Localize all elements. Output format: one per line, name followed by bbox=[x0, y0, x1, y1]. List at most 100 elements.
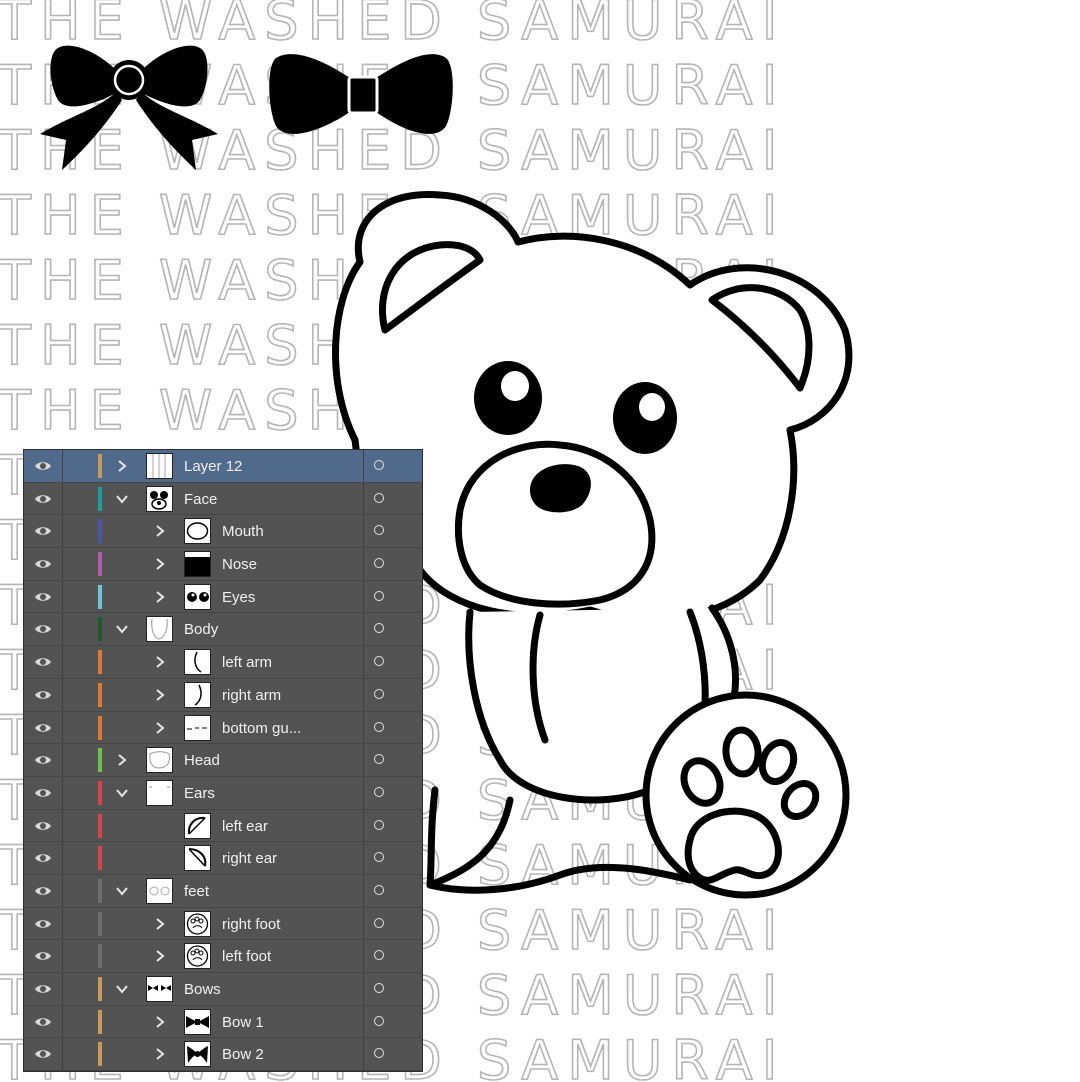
layer-name[interactable]: left ear bbox=[222, 818, 268, 835]
layer-name[interactable]: right arm bbox=[222, 687, 281, 704]
visibility-eye-icon[interactable] bbox=[34, 688, 52, 702]
layer-row[interactable]: feet bbox=[24, 874, 422, 908]
chevron-right-icon[interactable] bbox=[116, 459, 128, 473]
chevron-right-icon[interactable] bbox=[154, 1015, 166, 1029]
layer-row[interactable]: left ear bbox=[24, 809, 422, 843]
target-circle-icon[interactable] bbox=[374, 590, 384, 601]
layer-name[interactable]: Nose bbox=[222, 556, 257, 573]
layer-name[interactable]: Bows bbox=[184, 981, 221, 998]
layer-name[interactable]: Mouth bbox=[222, 523, 264, 540]
visibility-eye-icon[interactable] bbox=[34, 884, 52, 898]
visibility-eye-icon[interactable] bbox=[34, 1047, 52, 1061]
visibility-eye-icon[interactable] bbox=[34, 1015, 52, 1029]
chevron-right-icon[interactable] bbox=[154, 1047, 166, 1061]
layer-row[interactable]: Bow 2 bbox=[24, 1038, 422, 1071]
layer-row[interactable]: right arm bbox=[24, 678, 422, 712]
layer-row[interactable]: Body bbox=[24, 613, 422, 647]
layer-name[interactable]: right ear bbox=[222, 850, 277, 867]
target-circle-icon[interactable] bbox=[374, 525, 384, 536]
visibility-eye-icon[interactable] bbox=[34, 851, 52, 865]
target-circle-icon[interactable] bbox=[374, 623, 384, 634]
layer-name[interactable]: right foot bbox=[222, 916, 280, 933]
chevron-down-icon[interactable] bbox=[116, 786, 128, 800]
column-divider bbox=[363, 1038, 364, 1071]
visibility-eye-icon[interactable] bbox=[34, 492, 52, 506]
layer-row[interactable]: left foot bbox=[24, 940, 422, 973]
chevron-down-icon[interactable] bbox=[116, 884, 128, 898]
layer-row[interactable]: Face bbox=[24, 482, 422, 516]
visibility-eye-icon[interactable] bbox=[34, 459, 52, 473]
visibility-eye-icon[interactable] bbox=[34, 982, 52, 996]
layer-row[interactable]: Eyes bbox=[24, 580, 422, 614]
target-circle-icon[interactable] bbox=[374, 754, 384, 765]
target-circle-icon[interactable] bbox=[374, 786, 384, 797]
layer-name[interactable]: Body bbox=[184, 621, 218, 638]
layer-row[interactable]: Nose bbox=[24, 548, 422, 581]
layer-name[interactable]: Bow 1 bbox=[222, 1014, 264, 1031]
visibility-eye-icon[interactable] bbox=[34, 819, 52, 833]
layer-row[interactable]: right foot bbox=[24, 907, 422, 941]
target-circle-icon[interactable] bbox=[374, 983, 384, 993]
chevron-down-icon[interactable] bbox=[116, 492, 128, 506]
layer-name[interactable]: Eyes bbox=[222, 589, 255, 606]
layer-row[interactable]: Head bbox=[24, 744, 422, 777]
layer-row[interactable]: Bow 1 bbox=[24, 1005, 422, 1039]
layer-name[interactable]: left foot bbox=[222, 948, 271, 965]
chevron-right-icon[interactable] bbox=[154, 590, 166, 604]
layer-name[interactable]: Layer 12 bbox=[184, 458, 242, 475]
target-circle-icon[interactable] bbox=[374, 819, 384, 830]
layer-color-swatch bbox=[98, 552, 102, 577]
visibility-eye-icon[interactable] bbox=[34, 949, 52, 963]
layer-row[interactable]: Bows bbox=[24, 973, 422, 1006]
target-circle-icon[interactable] bbox=[374, 688, 384, 699]
layer-name[interactable]: feet bbox=[184, 883, 209, 900]
target-circle-icon[interactable] bbox=[374, 492, 384, 503]
chevron-right-icon[interactable] bbox=[154, 688, 166, 702]
target-circle-icon[interactable] bbox=[374, 852, 384, 863]
layers-panel[interactable]: Layer 12 Face Mouth Nose Eyes Body left arm rig… bbox=[23, 449, 423, 1072]
visibility-eye-icon[interactable] bbox=[34, 655, 52, 669]
target-circle-icon[interactable] bbox=[374, 1015, 384, 1026]
layer-row[interactable]: bottom gu... bbox=[24, 711, 422, 745]
layer-row[interactable]: left arm bbox=[24, 646, 422, 679]
target-circle-icon[interactable] bbox=[374, 558, 384, 569]
target-circle-icon[interactable] bbox=[374, 1048, 384, 1059]
layer-name[interactable]: Head bbox=[184, 752, 220, 769]
visibility-eye-icon[interactable] bbox=[34, 721, 52, 735]
layer-name[interactable]: Face bbox=[184, 491, 217, 508]
layer-thumbnail bbox=[184, 1008, 211, 1035]
chevron-right-icon[interactable] bbox=[154, 949, 166, 963]
chevron-right-icon[interactable] bbox=[154, 655, 166, 669]
chevron-right-icon[interactable] bbox=[154, 917, 166, 931]
target-circle-icon[interactable] bbox=[374, 656, 384, 667]
chevron-down-icon[interactable] bbox=[116, 622, 128, 636]
visibility-eye-icon[interactable] bbox=[34, 622, 52, 636]
visibility-eye-icon[interactable] bbox=[34, 590, 52, 604]
layer-row[interactable]: right ear bbox=[24, 842, 422, 875]
layer-thumbnail bbox=[184, 551, 211, 578]
layer-name[interactable]: Ears bbox=[184, 785, 215, 802]
visibility-eye-icon[interactable] bbox=[34, 917, 52, 931]
layer-row[interactable]: Layer 12 bbox=[24, 450, 422, 483]
column-divider bbox=[363, 744, 364, 776]
chevron-right-icon[interactable] bbox=[116, 753, 128, 767]
target-circle-icon[interactable] bbox=[374, 721, 384, 732]
chevron-right-icon[interactable] bbox=[154, 721, 166, 735]
target-circle-icon[interactable] bbox=[374, 884, 384, 895]
column-divider bbox=[363, 809, 364, 842]
layer-row[interactable]: Ears bbox=[24, 776, 422, 810]
chevron-down-icon[interactable] bbox=[116, 982, 128, 996]
layer-name[interactable]: left arm bbox=[222, 654, 272, 671]
layer-name[interactable]: Bow 2 bbox=[222, 1046, 264, 1063]
target-circle-icon[interactable] bbox=[374, 950, 384, 961]
visibility-eye-icon[interactable] bbox=[34, 753, 52, 767]
visibility-eye-icon[interactable] bbox=[34, 786, 52, 800]
chevron-right-icon[interactable] bbox=[154, 524, 166, 538]
visibility-eye-icon[interactable] bbox=[34, 557, 52, 571]
target-circle-icon[interactable] bbox=[374, 460, 384, 470]
layer-row[interactable]: Mouth bbox=[24, 515, 422, 549]
target-circle-icon[interactable] bbox=[374, 917, 384, 928]
layer-name[interactable]: bottom gu... bbox=[222, 720, 301, 737]
visibility-eye-icon[interactable] bbox=[34, 524, 52, 538]
chevron-right-icon[interactable] bbox=[154, 557, 166, 571]
